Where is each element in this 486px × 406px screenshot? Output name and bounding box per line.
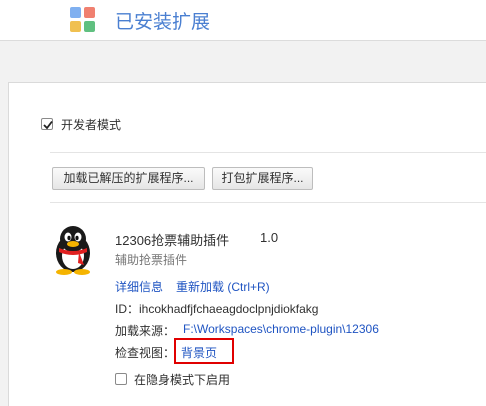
highlight-box bbox=[174, 338, 234, 364]
source-path-link[interactable]: F:\Workspaces\chrome-plugin\12306 bbox=[183, 322, 379, 336]
divider bbox=[50, 152, 486, 153]
extension-name: 12306抢票辅助插件 bbox=[115, 233, 230, 248]
incognito-label[interactable]: 在隐身模式下启用 bbox=[134, 371, 230, 388]
developer-mode-checkbox[interactable] bbox=[41, 118, 53, 130]
pack-extension-button[interactable]: 打包扩展程序... bbox=[212, 167, 313, 190]
page-header: 已安装扩展 bbox=[0, 0, 486, 41]
extension-id-value: ihcokhadfjfchaeagdoclpnjdiokfakg bbox=[139, 302, 319, 316]
source-label: 加载来源： bbox=[115, 324, 176, 338]
qq-penguin-icon bbox=[56, 226, 90, 275]
details-link[interactable]: 详细信息 bbox=[115, 278, 163, 295]
extension-description: 辅助抢票插件 bbox=[115, 253, 188, 267]
checkmark-icon bbox=[43, 120, 53, 130]
extension-id-label: ID： bbox=[115, 302, 140, 316]
inspect-views-label: 检查视图： bbox=[115, 346, 176, 360]
developer-mode-label[interactable]: 开发者模式 bbox=[61, 116, 121, 133]
divider bbox=[50, 202, 486, 203]
extensions-grid-icon bbox=[70, 7, 95, 32]
extensions-panel: 开发者模式 加载已解压的扩展程序... 打包扩展程序... 12306抢票辅助插… bbox=[8, 82, 486, 406]
extension-version: 1.0 bbox=[260, 230, 279, 245]
reload-link[interactable]: 重新加载 (Ctrl+R) bbox=[176, 278, 270, 295]
incognito-checkbox[interactable] bbox=[115, 373, 127, 385]
load-unpacked-button[interactable]: 加载已解压的扩展程序... bbox=[52, 167, 205, 190]
page-title: 已安装扩展 bbox=[115, 12, 211, 33]
extension-id-row: ID：ihcokhadfjfchaeagdoclpnjdiokfakg bbox=[115, 300, 318, 317]
